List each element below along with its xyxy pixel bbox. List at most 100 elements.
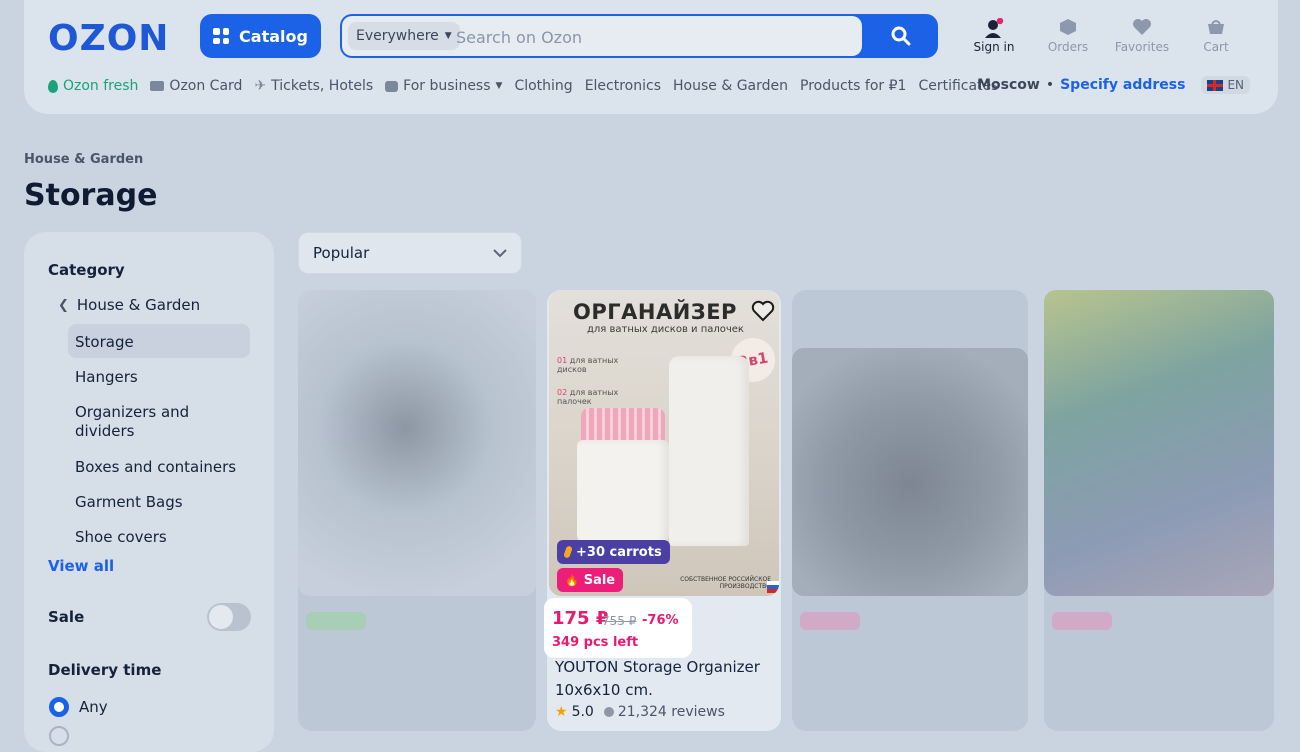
category-parent-link[interactable]: ❮ House & Garden — [58, 296, 200, 314]
nav-label: Ozon Card — [169, 78, 243, 94]
location-bar: Moscow • Specify address EN — [977, 76, 1250, 94]
separator-dot: • — [1045, 77, 1055, 93]
favorites-button[interactable]: Favorites — [1107, 18, 1177, 54]
cup-illustration — [577, 440, 669, 550]
nav-label: House & Garden — [673, 78, 789, 94]
orders-button[interactable]: Orders — [1033, 18, 1103, 54]
product-image — [792, 348, 1028, 596]
product-name-link[interactable]: YOUTON Storage Organizer 10x6x10 cm. — [555, 656, 775, 702]
sale-badge: 🔥 Sale — [557, 568, 624, 592]
search-scope-select[interactable]: Everywhere ▼ — [348, 22, 460, 50]
discount-percent: -76% — [642, 613, 679, 628]
product-card-blurred[interactable] — [1044, 290, 1274, 731]
favorites-label: Favorites — [1114, 40, 1170, 54]
rating-value: 5.0 — [571, 704, 594, 720]
sort-select[interactable]: Popular — [298, 232, 522, 274]
orders-label: Orders — [1047, 40, 1089, 54]
placeholder-badge — [306, 612, 366, 630]
briefcase-icon — [385, 80, 399, 92]
product-card-blurred[interactable] — [298, 290, 536, 731]
origin-label: СОБСТВЕННОЕ РОССИЙСКОЕ ПРОИЗВОДСТВО — [680, 576, 771, 590]
leaf-icon — [48, 79, 58, 93]
search-button[interactable] — [866, 16, 936, 56]
category-item-storage[interactable]: Storage — [75, 333, 245, 352]
specify-address-link[interactable]: Specify address — [1060, 77, 1185, 93]
stock-count: 349 pcs left — [552, 635, 639, 650]
city-label[interactable]: Moscow — [977, 77, 1040, 93]
category-parent-label: House & Garden — [76, 296, 201, 314]
cart-button[interactable]: Cart — [1181, 18, 1251, 54]
nav-tickets-hotels[interactable]: ✈ Tickets, Hotels — [254, 78, 373, 94]
catalog-button[interactable]: Catalog — [200, 14, 321, 58]
heart-icon — [1107, 18, 1177, 40]
delivery-radio-2[interactable] — [49, 726, 69, 746]
site-header: OZON Catalog Everywhere ▼ Sign in Orders — [24, 0, 1278, 114]
view-all-link[interactable]: View all — [48, 557, 114, 575]
cart-label: Cart — [1203, 40, 1229, 54]
nav-label: Ozon fresh — [63, 78, 139, 94]
carrot-icon — [563, 545, 573, 559]
category-heading: Category — [48, 261, 125, 279]
user-icon — [959, 17, 1029, 40]
product-image — [1044, 290, 1274, 596]
cart-icon — [1181, 18, 1251, 40]
placeholder-badge — [800, 612, 860, 630]
catalog-label: Catalog — [239, 26, 308, 46]
top-nav: Ozon fresh Ozon Card ✈ Tickets, Hotels F… — [48, 76, 998, 96]
product-card[interactable]: ОРГАНАЙЗЕР для ватных дисков и палочек 0… — [544, 290, 781, 731]
search-field-wrap: Everywhere ▼ — [342, 16, 862, 56]
product-image[interactable]: ОРГАНАЙЗЕР для ватных дисков и палочек 0… — [549, 290, 779, 596]
search-bar: Everywhere ▼ — [340, 14, 938, 58]
russian-flag-icon — [767, 581, 779, 593]
reviews-count: 21,324 reviews — [617, 704, 725, 720]
delivery-any-label: Any — [79, 698, 108, 716]
signin-button[interactable]: Sign in — [959, 17, 1029, 54]
chevron-left-icon: ❮ — [58, 297, 69, 313]
search-icon — [891, 26, 911, 46]
category-item-organizers[interactable]: Organizers and dividers — [75, 403, 205, 441]
product-rating[interactable]: ★ 5.0 21,324 reviews — [555, 704, 725, 720]
sale-filter-label: Sale — [48, 608, 85, 626]
comment-icon — [603, 707, 614, 717]
delivery-any-radio[interactable] — [49, 697, 69, 717]
heart-outline-icon — [751, 300, 775, 322]
nav-for-business[interactable]: For business ▼ — [385, 78, 502, 94]
breadcrumb[interactable]: House & Garden — [24, 152, 143, 167]
nav-ozon-card[interactable]: Ozon Card — [150, 78, 242, 94]
image-note-1-text: для ватных дисков — [557, 356, 619, 374]
search-input[interactable] — [454, 20, 858, 54]
page-title: Storage — [24, 178, 158, 213]
nav-label: Electronics — [584, 78, 661, 94]
signin-label: Sign in — [973, 40, 1015, 54]
search-scope-label: Everywhere — [356, 28, 439, 44]
nav-electronics[interactable]: Electronics — [585, 78, 661, 94]
toggle-knob — [209, 605, 233, 629]
chevron-down-icon: ▼ — [495, 81, 503, 91]
image-title-text: ОРГАНАЙЗЕР — [573, 300, 737, 324]
nav-products-for-1[interactable]: Products for ₽1 — [800, 78, 906, 94]
category-item-hangers[interactable]: Hangers — [75, 368, 245, 387]
nav-ozon-fresh[interactable]: Ozon fresh — [48, 78, 138, 94]
carrots-label: +30 carrots — [576, 544, 662, 560]
category-item-garment-bags[interactable]: Garment Bags — [75, 493, 245, 512]
product-card-blurred[interactable] — [792, 290, 1028, 731]
grid-icon — [213, 28, 230, 44]
nav-house-garden[interactable]: House & Garden — [673, 78, 788, 94]
cotton-swabs-illustration — [581, 408, 665, 444]
flame-icon: 🔥 — [565, 573, 579, 587]
category-item-shoe-covers[interactable]: Shoe covers — [75, 528, 245, 547]
delivery-heading: Delivery time — [48, 661, 162, 679]
box-icon — [1033, 18, 1103, 40]
star-icon: ★ — [555, 704, 568, 720]
sale-label: Sale — [583, 572, 616, 588]
image-note-2: 02 для ватных палочек — [557, 388, 627, 406]
placeholder-badge — [1052, 612, 1112, 630]
language-switcher[interactable]: EN — [1201, 76, 1250, 94]
category-item-boxes[interactable]: Boxes and containers — [75, 458, 245, 477]
ozon-logo[interactable]: OZON — [48, 18, 169, 59]
nav-clothing[interactable]: Clothing — [514, 78, 572, 94]
chevron-down-icon — [493, 248, 507, 257]
sale-toggle[interactable] — [207, 603, 251, 631]
image-note-1: 01 для ватных дисков — [557, 356, 627, 374]
add-to-favorites-button[interactable] — [751, 300, 775, 326]
